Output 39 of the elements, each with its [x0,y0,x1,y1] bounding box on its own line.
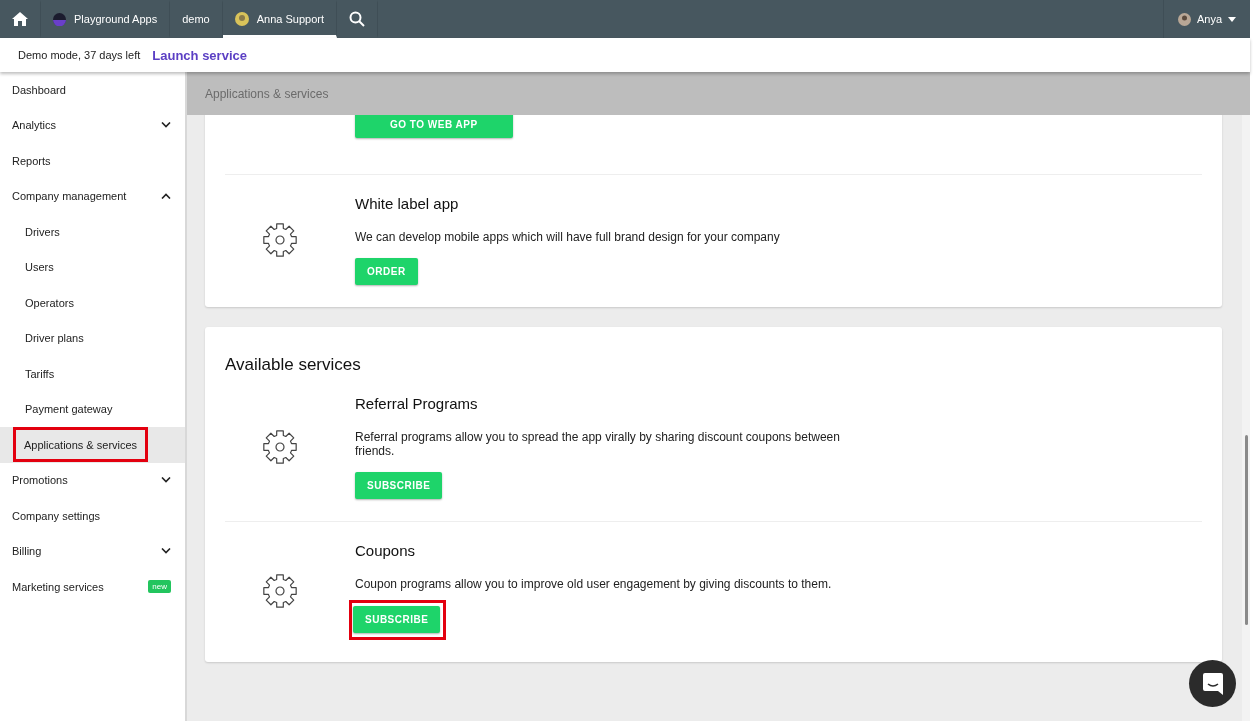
service-description: Referral programs allow you to spread the app virally by sharing discount coupons between friends. [355,430,841,458]
sidebar-item[interactable]: Users [0,249,185,285]
highlight-frame: Applications & services [13,427,149,463]
caret-icon [1228,16,1236,22]
sidebar-item[interactable]: Analytics [0,107,185,143]
new-badge: new [148,580,171,594]
sidebar-item[interactable]: Driver plans [0,320,185,356]
home-icon [12,12,28,26]
sidebar-item[interactable]: Marketing services new [0,569,185,605]
page-title: Applications & services [205,86,329,101]
search-icon [349,11,365,27]
sidebar-item[interactable]: Applications & services [0,427,185,463]
gear-icon [262,573,298,609]
sidebar-item[interactable]: Operators [0,285,185,321]
logo-icon [53,12,66,26]
service-description: Coupon programs allow you to improve old user engagement by giving discounts to them. [355,577,833,591]
chat-button[interactable] [1189,660,1236,707]
sidebar-item[interactable]: Dashboard [0,72,185,108]
avatar-icon [1177,12,1191,26]
sidebar-item[interactable]: Payment gateway [0,391,185,427]
sidebar-item[interactable]: Company settings [0,498,185,534]
service-title: Referral Programs [355,395,479,412]
section-heading: Available services [225,354,362,375]
service-title: Coupons [355,542,417,559]
gear-icon [262,429,298,465]
sidebar-item[interactable]: Billing [0,533,185,569]
scrollbar[interactable] [1242,115,1250,721]
sidebar-item[interactable]: Reports [0,143,185,179]
sidebar-item[interactable]: Drivers [0,214,185,250]
launch-service-link[interactable]: Launch service [152,47,247,63]
sidebar-item[interactable]: Company management [0,178,185,214]
avatar-icon [234,12,249,26]
service-title: White label app [355,195,460,212]
gear-icon [262,222,298,258]
demo-mode-text: Demo mode, 37 days left [18,49,141,61]
sidebar-item[interactable]: Promotions [0,462,185,498]
chat-icon [1202,672,1223,695]
sidebar-item[interactable]: Tariffs [0,356,185,392]
service-description: We can develop mobile apps which will have full brand design for your company [355,230,781,244]
